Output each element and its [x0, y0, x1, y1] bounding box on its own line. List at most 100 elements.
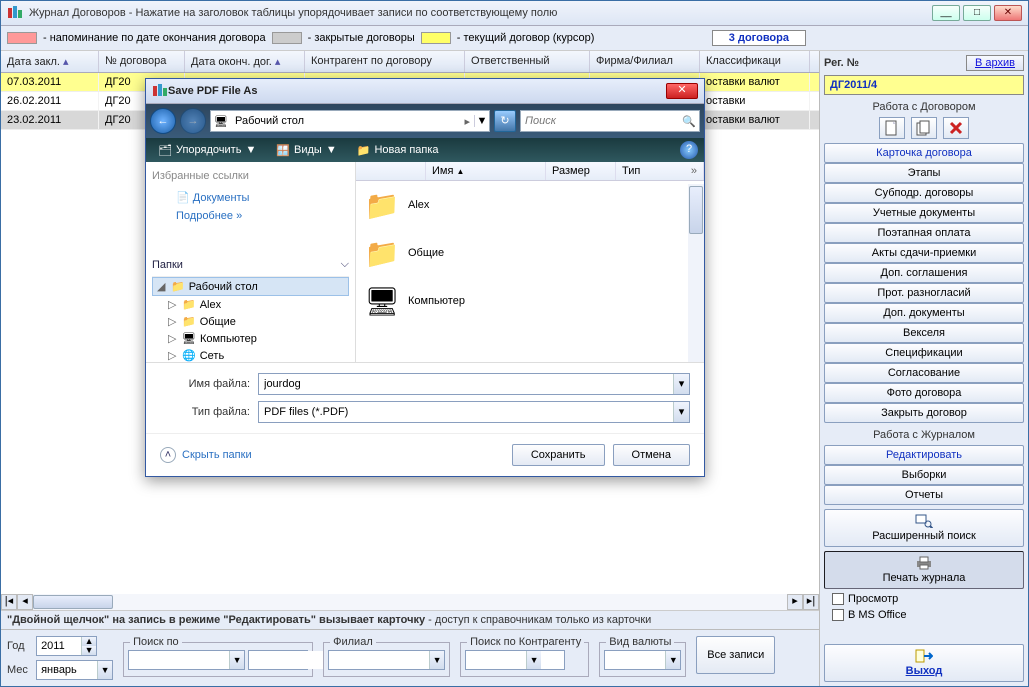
new-doc-button[interactable]: [879, 117, 905, 139]
print-journal-button[interactable]: Печать журнала: [824, 551, 1024, 589]
contract-btn-7[interactable]: Прот. разногласий: [824, 283, 1024, 303]
folders-collapse[interactable]: ⌵: [341, 258, 349, 271]
contract-btn-6[interactable]: Доп. соглашения: [824, 263, 1024, 283]
col-4[interactable]: Ответственный: [465, 51, 590, 72]
filename-dd[interactable]: ▾: [673, 374, 689, 394]
contract-btn-10[interactable]: Спецификации: [824, 343, 1024, 363]
file-col-1[interactable]: Имя ▲: [426, 162, 546, 180]
journal-btn-0[interactable]: Редактировать: [824, 445, 1024, 465]
file-item[interactable]: 🖥Компьютер: [356, 277, 704, 325]
file-col-2[interactable]: Размер: [546, 162, 616, 180]
folder-icon: 🖥: [182, 332, 196, 345]
scroll-last[interactable]: ▸|: [803, 594, 819, 610]
scroll-next[interactable]: ▸: [787, 594, 803, 610]
group2-title: Работа с Журналом: [824, 429, 1024, 441]
scroll-thumb[interactable]: [33, 595, 113, 609]
newfolder-button[interactable]: 📁Новая папка: [351, 142, 445, 159]
fav-more[interactable]: Подробнее »: [152, 207, 349, 225]
searchby-combo[interactable]: ▼: [128, 650, 245, 670]
file-col-0[interactable]: [356, 162, 426, 180]
files-vscrollbar[interactable]: [688, 184, 704, 362]
currency-combo[interactable]: ▼: [604, 650, 681, 670]
contract-btn-2[interactable]: Субподр. договоры: [824, 183, 1024, 203]
contract-btn-0[interactable]: Карточка договора: [824, 143, 1024, 163]
month-dd[interactable]: ▼: [97, 661, 112, 679]
contract-btn-5[interactable]: Акты сдачи-приемки: [824, 243, 1024, 263]
views-button[interactable]: 🪟Виды▼: [270, 142, 342, 159]
branch-combo[interactable]: ▼: [328, 650, 445, 670]
horizontal-scrollbar[interactable]: |◂ ◂ ▸ ▸|: [1, 594, 819, 610]
refresh-button[interactable]: ↻: [494, 110, 516, 132]
contract-btn-4[interactable]: Поэтапная оплата: [824, 223, 1024, 243]
close-button[interactable]: ✕: [994, 5, 1022, 21]
hide-folders-button[interactable]: ˄Скрыть папки: [160, 447, 252, 463]
fav-documents[interactable]: 📄 Документы: [152, 188, 349, 207]
help-button[interactable]: ?: [680, 141, 698, 159]
tree-node[interactable]: ▷🌐Сеть: [152, 347, 349, 362]
delete-doc-button[interactable]: [943, 117, 969, 139]
year-spinner[interactable]: ▲▼: [36, 636, 97, 656]
address-bar[interactable]: 🖥 ▸ ▼: [210, 110, 490, 132]
extended-search-button[interactable]: Расширенный поиск: [824, 509, 1024, 547]
minimize-button[interactable]: __: [932, 5, 960, 21]
month-input[interactable]: [37, 661, 97, 679]
exit-button[interactable]: Выход: [824, 644, 1024, 682]
maximize-button[interactable]: □: [963, 5, 991, 21]
dialog-titlebar[interactable]: Save PDF File As ✕: [146, 79, 704, 104]
contract-btn-1[interactable]: Этапы: [824, 163, 1024, 183]
contract-btn-11[interactable]: Согласование: [824, 363, 1024, 383]
file-col-3[interactable]: Тип»: [616, 162, 704, 180]
filename-field[interactable]: ▾: [258, 373, 690, 395]
filetype-input[interactable]: [259, 402, 673, 422]
main-titlebar: Журнал Договоров - Нажатие на заголовок …: [1, 1, 1028, 26]
col-5[interactable]: Фирма/Филиал: [590, 51, 700, 72]
journal-btn-1[interactable]: Выборки: [824, 465, 1024, 485]
files-vthumb[interactable]: [689, 186, 703, 234]
search-input[interactable]: [521, 115, 679, 127]
dialog-close-button[interactable]: ✕: [666, 83, 698, 99]
scroll-prev[interactable]: ◂: [17, 594, 33, 610]
month-combo[interactable]: ▼: [36, 660, 113, 680]
year-down[interactable]: ▼: [81, 646, 96, 655]
address-input[interactable]: [231, 111, 460, 131]
save-button[interactable]: Сохранить: [512, 444, 605, 466]
cancel-button[interactable]: Отмена: [613, 444, 690, 466]
nav-back-button[interactable]: ←: [150, 108, 176, 134]
col-3[interactable]: Контрагент по договору: [305, 51, 465, 72]
col-0[interactable]: Дата закл.: [1, 51, 99, 72]
scroll-first[interactable]: |◂: [1, 594, 17, 610]
tree-node[interactable]: ◢📁Рабочий стол: [152, 277, 349, 296]
contract-btn-9[interactable]: Векселя: [824, 323, 1024, 343]
contract-btn-12[interactable]: Фото договора: [824, 383, 1024, 403]
contract-btn-8[interactable]: Доп. документы: [824, 303, 1024, 323]
preview-checkbox[interactable]: Просмотр: [832, 593, 1024, 605]
file-item[interactable]: 📁Общие: [356, 229, 704, 277]
all-records-button[interactable]: Все записи: [696, 636, 775, 674]
col-2[interactable]: Дата оконч. дог.: [185, 51, 305, 72]
filename-input[interactable]: [259, 374, 673, 394]
contract-btn-3[interactable]: Учетные документы: [824, 203, 1024, 223]
year-input[interactable]: [37, 637, 81, 655]
tree-node[interactable]: ▷📁Alex: [152, 296, 349, 313]
contr-combo[interactable]: ▼: [465, 650, 565, 670]
folder-icon: 📁: [182, 298, 196, 311]
search-icon[interactable]: 🔍: [679, 115, 699, 128]
window-title: Журнал Договоров - Нажатие на заголовок …: [29, 7, 932, 19]
file-item[interactable]: 📁Alex: [356, 181, 704, 229]
organize-button[interactable]: 🗂Упорядочить▼: [152, 142, 262, 159]
contract-btn-13[interactable]: Закрыть договор: [824, 403, 1024, 423]
search-box[interactable]: 🔍: [520, 110, 700, 132]
col-6[interactable]: Классификаци: [700, 51, 810, 72]
copy-doc-button[interactable]: [911, 117, 937, 139]
journal-btn-2[interactable]: Отчеты: [824, 485, 1024, 505]
nav-forward-button[interactable]: →: [180, 108, 206, 134]
tree-node[interactable]: ▷📁Общие: [152, 313, 349, 330]
filetype-dd[interactable]: ▾: [673, 402, 689, 422]
filetype-label: Тип файла:: [160, 406, 250, 418]
archive-button[interactable]: В архив: [966, 55, 1024, 71]
col-1[interactable]: № договора: [99, 51, 185, 72]
filetype-field[interactable]: ▾: [258, 401, 690, 423]
tree-node[interactable]: ▷🖥Компьютер: [152, 330, 349, 347]
address-dd[interactable]: ▼: [474, 115, 489, 127]
msoffice-checkbox[interactable]: В MS Office: [832, 609, 1024, 621]
